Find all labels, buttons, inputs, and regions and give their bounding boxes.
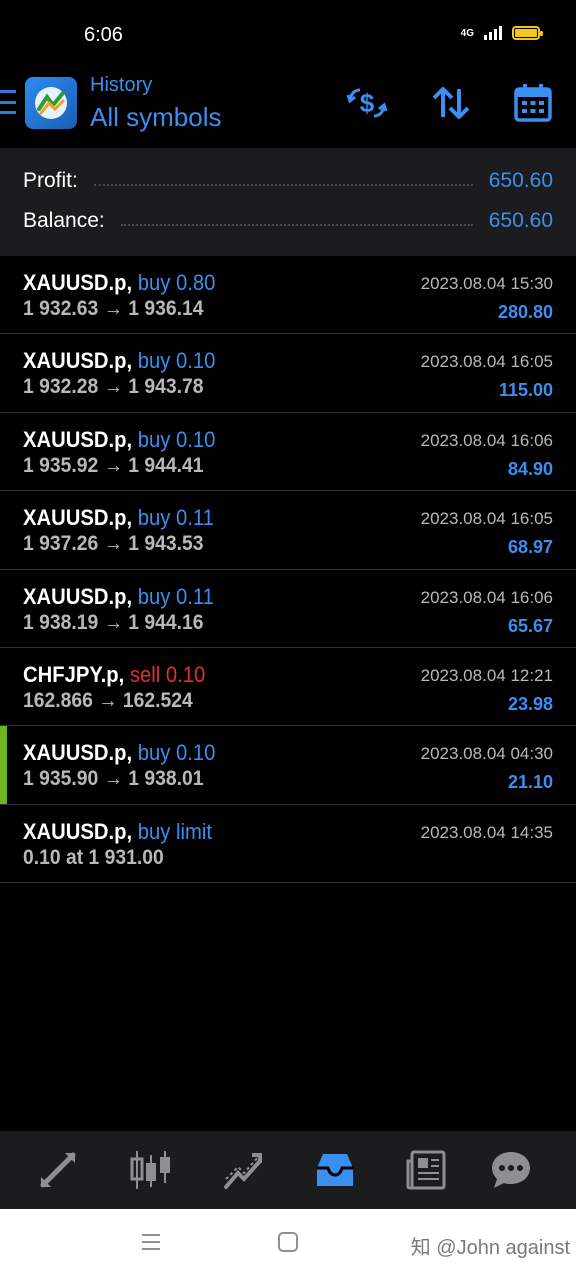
trade-profit: 115.00 bbox=[498, 380, 553, 401]
dotted-leader bbox=[120, 224, 473, 226]
trade-type: buy 0.80 bbox=[137, 270, 216, 295]
order-row[interactable]: XAUUSD.p, buy limit 0.10 at 1 931.00 202… bbox=[0, 805, 576, 884]
network-label: 4G bbox=[460, 27, 474, 39]
status-time: 6:06 bbox=[84, 24, 123, 46]
trade-time: 2023.08.04 12:21 bbox=[420, 665, 553, 685]
trade-profit: 23.98 bbox=[507, 693, 553, 714]
trade-prices: 1 932.63 → 1 936.14 bbox=[23, 297, 204, 320]
symbol-filter-title[interactable]: All symbols bbox=[90, 102, 221, 133]
trade-row[interactable]: XAUUSD.p, buy 0.80 1 932.63 → 1 936.14 2… bbox=[0, 256, 576, 335]
sort-icon[interactable] bbox=[430, 82, 472, 124]
trade-time: 2023.08.04 16:06 bbox=[420, 587, 553, 607]
status-icons: 4G bbox=[460, 26, 543, 40]
trade-prices: 1 935.90 → 1 938.01 bbox=[23, 767, 204, 791]
trade-type: buy 0.11 bbox=[137, 505, 214, 531]
trade-profit: 84.90 bbox=[507, 458, 553, 479]
trade-row[interactable]: XAUUSD.p, buy 0.11 1 938.19 → 1 944.16 2… bbox=[0, 570, 576, 648]
trade-time: 2023.08.04 16:05 bbox=[420, 352, 553, 372]
trade-prices: 162.866 → 162.524 bbox=[23, 688, 193, 712]
trade-type: sell 0.10 bbox=[129, 661, 206, 687]
watermark: 知 @John against bbox=[410, 1237, 570, 1259]
balance-label: Balance: bbox=[23, 209, 105, 232]
trade-type: buy 0.10 bbox=[137, 740, 216, 766]
trade-row[interactable]: XAUUSD.p, buy 0.10 1 935.90 → 1 938.01 2… bbox=[0, 726, 576, 805]
trade-prices: 1 935.92 → 1 944.41 bbox=[23, 453, 204, 477]
trade-row[interactable]: XAUUSD.p, buy 0.10 1 932.28 → 1 943.78 2… bbox=[0, 334, 576, 413]
trade-time: 2023.08.04 15:30 bbox=[420, 274, 553, 293]
trade-type: buy 0.10 bbox=[137, 426, 216, 452]
trade-symbol: XAUUSD.p, buy 0.10 bbox=[23, 348, 216, 374]
trade-symbol: CHFJPY.p, sell 0.10 bbox=[23, 661, 206, 687]
account-summary: Profit: 650.60 Balance: 650.60 bbox=[0, 148, 576, 256]
battery-icon bbox=[512, 26, 543, 40]
trade-prices: 1 932.28 → 1 943.78 bbox=[23, 375, 204, 399]
calendar-icon[interactable] bbox=[512, 82, 554, 124]
menu-icon[interactable] bbox=[0, 90, 16, 114]
profit-value: 650.60 bbox=[488, 169, 553, 192]
trade-symbol: XAUUSD.p, buy 0.11 bbox=[23, 583, 214, 609]
trade-time: 2023.08.04 14:35 bbox=[420, 822, 553, 842]
recents-icon[interactable] bbox=[140, 1231, 162, 1258]
trade-icon[interactable] bbox=[220, 1147, 266, 1193]
metatrader-logo[interactable] bbox=[25, 77, 77, 129]
app-header: History All symbols $ bbox=[0, 70, 576, 148]
trade-prices: 1 937.26 → 1 943.53 bbox=[23, 532, 204, 556]
dollar-exchange-icon[interactable]: $ bbox=[346, 82, 388, 124]
balance-value: 650.60 bbox=[488, 209, 553, 232]
balance-row: Balance: 650.60 bbox=[23, 206, 553, 236]
trade-profit: 68.97 bbox=[507, 537, 553, 558]
trade-profit: 21.10 bbox=[507, 772, 553, 793]
order-volume-price: 0.10 at 1 931.00 bbox=[23, 845, 164, 869]
trade-time: 2023.08.04 16:06 bbox=[420, 430, 553, 450]
chat-icon[interactable] bbox=[488, 1147, 534, 1193]
trade-symbol: XAUUSD.p, buy 0.10 bbox=[23, 740, 216, 766]
trade-history-list: XAUUSD.p, buy 0.80 1 932.63 → 1 936.14 2… bbox=[0, 256, 576, 884]
trade-time: 2023.08.04 04:30 bbox=[420, 744, 553, 764]
trade-type: buy 0.11 bbox=[137, 583, 214, 609]
trade-symbol: XAUUSD.p, buy 0.11 bbox=[23, 505, 214, 531]
page-subtitle: History bbox=[90, 74, 153, 96]
trade-profit: 65.67 bbox=[507, 615, 553, 636]
dotted-leader bbox=[93, 184, 473, 186]
trade-symbol: XAUUSD.p, buy 0.10 bbox=[23, 426, 216, 452]
history-icon[interactable] bbox=[312, 1147, 358, 1193]
trade-type: buy 0.10 bbox=[137, 348, 216, 374]
home-icon[interactable] bbox=[277, 1231, 299, 1258]
signal-icon bbox=[484, 26, 502, 40]
system-nav-bar: 知 @John against bbox=[0, 1209, 576, 1280]
trade-symbol: XAUUSD.p, buy limit bbox=[23, 818, 212, 844]
trade-symbol: XAUUSD.p, buy 0.80 bbox=[23, 270, 216, 295]
bottom-nav bbox=[0, 1131, 576, 1209]
news-icon[interactable] bbox=[404, 1147, 450, 1193]
trade-row[interactable]: XAUUSD.p, buy 0.11 1 937.26 → 1 943.53 2… bbox=[0, 491, 576, 570]
status-bar: 6:06 4G bbox=[0, 0, 576, 70]
svg-text:$: $ bbox=[360, 88, 375, 118]
quotes-icon[interactable] bbox=[35, 1147, 81, 1193]
chart-icon[interactable] bbox=[128, 1147, 174, 1193]
trade-row[interactable]: CHFJPY.p, sell 0.10 162.866 → 162.524 20… bbox=[0, 648, 576, 727]
trade-type: buy limit bbox=[137, 818, 212, 844]
profit-label: Profit: bbox=[23, 169, 78, 192]
profit-row: Profit: 650.60 bbox=[23, 166, 553, 196]
trade-prices: 1 938.19 → 1 944.16 bbox=[23, 610, 204, 634]
trade-profit: 280.80 bbox=[497, 302, 553, 322]
trade-row[interactable]: XAUUSD.p, buy 0.10 1 935.92 → 1 944.41 2… bbox=[0, 413, 576, 492]
trade-time: 2023.08.04 16:05 bbox=[420, 509, 553, 529]
